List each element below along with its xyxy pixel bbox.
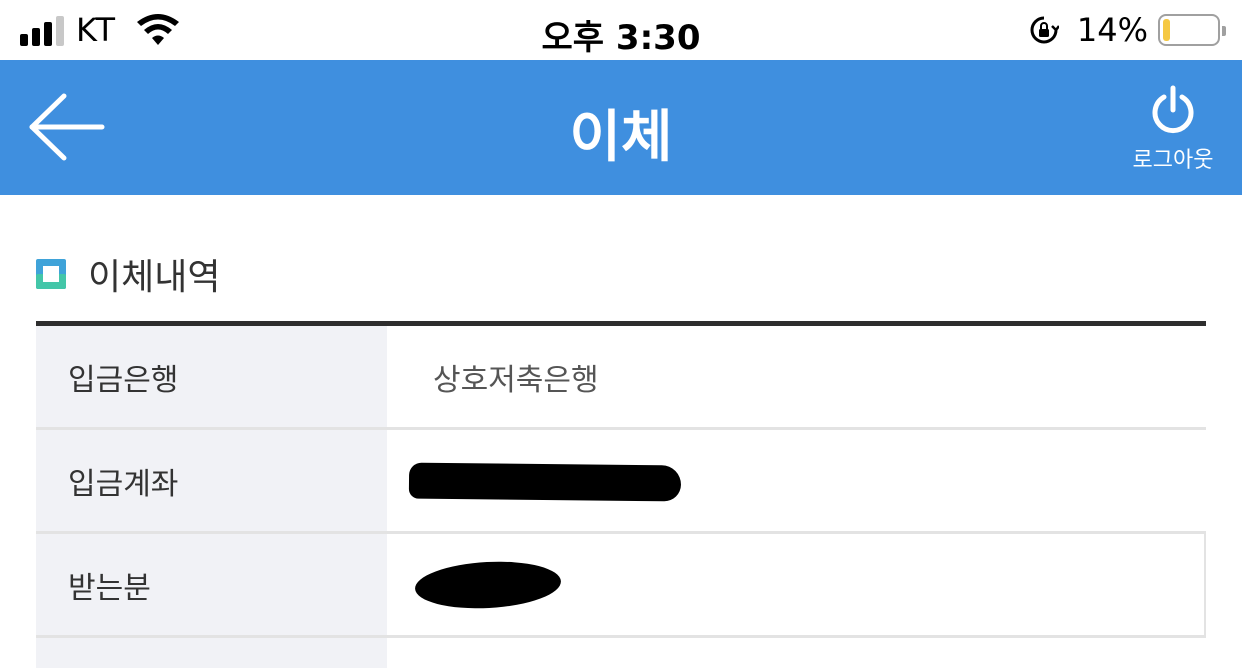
row-label: [36, 638, 387, 668]
page-title: 이체: [569, 105, 673, 170]
battery-percent: 14%: [1076, 11, 1148, 49]
row-value: [387, 430, 1206, 531]
table-row: [36, 638, 1206, 668]
redaction-mark: [413, 558, 563, 612]
row-label: 입금계좌: [36, 430, 387, 531]
row-label: 입금은행: [36, 326, 387, 427]
rotation-lock-icon: [1030, 16, 1059, 44]
logout-label: 로그아웃: [1132, 148, 1214, 173]
battery-icon: [1158, 14, 1226, 46]
table-row: 받는분: [36, 534, 1206, 638]
table-row: 입금은행 상호저축은행: [36, 326, 1206, 430]
section-header: 이체내역: [36, 248, 220, 300]
row-value: 상호저축은행: [433, 362, 599, 398]
section-title: 이체내역: [88, 257, 221, 298]
row-label: 받는분: [36, 534, 387, 635]
redaction-mark: [408, 462, 682, 502]
row-value: [387, 534, 1206, 635]
logout-button[interactable]: 로그아웃: [1128, 84, 1218, 176]
row-value: [387, 638, 1206, 668]
table-row: 입금계좌: [36, 430, 1206, 534]
square-bullet-icon: [36, 259, 66, 289]
status-right: 14%: [1029, 11, 1226, 49]
power-icon: [1152, 85, 1194, 134]
status-bar: KT 오후 3:30 14%: [0, 0, 1242, 60]
battery-level-fill: [1163, 19, 1170, 41]
transfer-details-table: 입금은행 상호저축은행 입금계좌 받는분: [36, 321, 1206, 668]
app-header: 이체 로그아웃: [0, 60, 1242, 195]
